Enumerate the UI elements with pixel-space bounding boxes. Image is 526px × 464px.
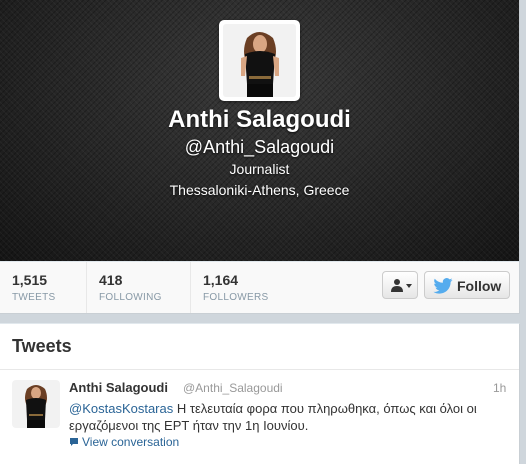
- tweet-author-handle[interactable]: @Anthi_Salagoudi: [183, 381, 283, 395]
- stat-followers-label: FOLLOWERS: [203, 292, 269, 303]
- stat-followers-value: 1,164: [203, 272, 239, 288]
- stat-following-value: 418: [99, 272, 123, 288]
- divider: [0, 369, 519, 370]
- stat-tweets-label: TWEETS: [12, 292, 56, 303]
- stat-followers[interactable]: 1,164 FOLLOWERS: [190, 262, 301, 313]
- profile-screen-name: @Anthi_Salagoudi: [184, 137, 335, 157]
- person-icon: [391, 279, 403, 292]
- profile-avatar[interactable]: [219, 20, 300, 101]
- view-conversation-label: View conversation: [82, 435, 180, 449]
- follow-button[interactable]: Follow: [424, 271, 510, 299]
- follow-button-label: Follow: [457, 278, 502, 294]
- tweet-author-avatar[interactable]: [12, 380, 60, 428]
- profile-card: Anthi Salagoudi @Anthi_Salagoudi Journal…: [0, 0, 520, 314]
- tweet-mention-link[interactable]: @KostasKostaras: [69, 401, 173, 416]
- stat-following-label: FOLLOWING: [99, 292, 162, 303]
- tweet-timestamp[interactable]: 1h: [493, 381, 506, 395]
- stat-tweets[interactable]: 1,515 TWEETS: [0, 262, 86, 313]
- chevron-down-icon: [406, 284, 412, 288]
- profile-location: Thessaloniki-Athens, Greece: [169, 182, 350, 198]
- stat-following[interactable]: 418 FOLLOWING: [86, 262, 191, 313]
- conversation-icon: [70, 438, 78, 446]
- tweet-text: @KostasKostaras Η τελευταία φορα που πλη…: [69, 400, 509, 434]
- avatar-photo: [223, 24, 296, 97]
- view-conversation-link[interactable]: View conversation: [69, 435, 179, 449]
- profile-header: Anthi Salagoudi @Anthi_Salagoudi Journal…: [0, 0, 519, 261]
- tweets-section: Tweets Anthi Salagoudi @Anthi_Salagoudi …: [0, 323, 520, 464]
- tweet-author-name[interactable]: Anthi Salagoudi: [69, 380, 168, 395]
- user-actions-dropdown-button[interactable]: [382, 271, 418, 299]
- twitter-bird-icon: [433, 278, 453, 294]
- tweets-section-title: Tweets: [12, 336, 72, 356]
- stat-tweets-value: 1,515: [12, 272, 48, 288]
- profile-display-name: Anthi Salagoudi: [168, 106, 351, 133]
- profile-bio: Journalist: [229, 161, 290, 177]
